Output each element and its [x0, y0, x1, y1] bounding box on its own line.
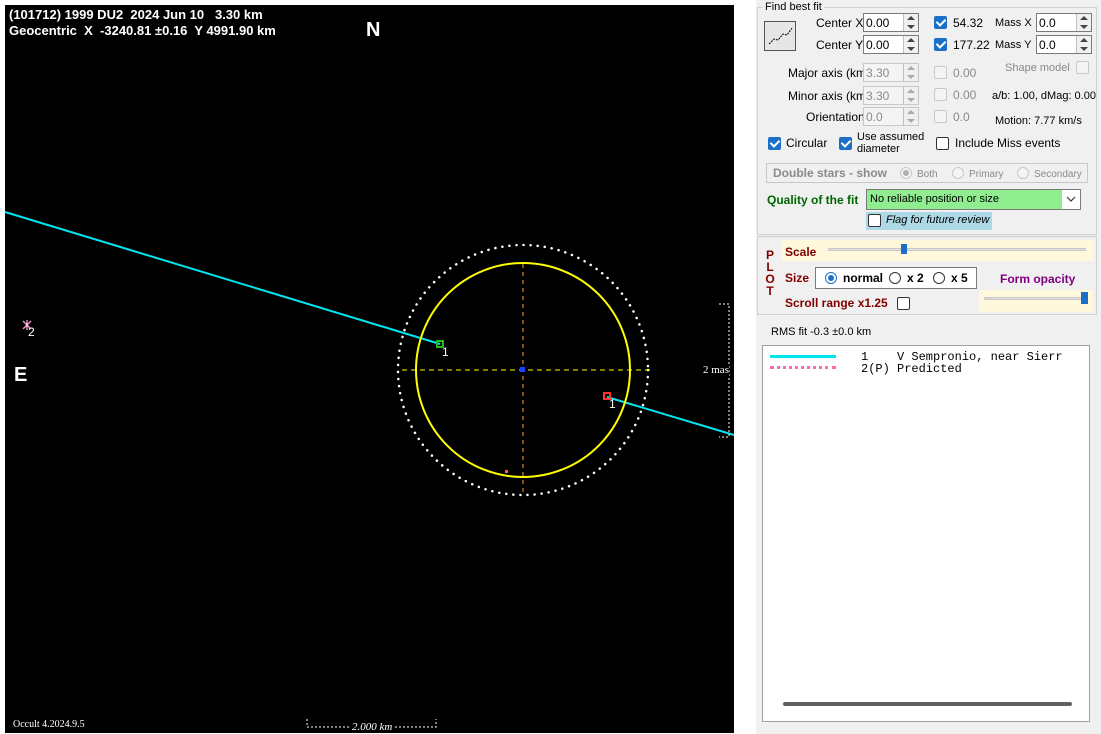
size-x5-label: x 5: [951, 271, 968, 285]
size-x2-radio[interactable]: [889, 272, 901, 284]
minor-axis-input[interactable]: 3.30: [863, 86, 919, 105]
chord-1-right: [606, 396, 735, 436]
shape-model-checkbox[interactable]: [1076, 61, 1089, 74]
opacity-slider-thumb[interactable]: [1081, 292, 1088, 304]
primary-radio[interactable]: [952, 167, 964, 179]
predicted-center-marker: [505, 470, 508, 473]
minor-axis-label: Minor axis (km): [788, 89, 871, 103]
shape-model-label: Shape model: [1005, 62, 1070, 74]
center-x-input[interactable]: 0.00: [863, 13, 919, 32]
mass-y-spinner[interactable]: [1076, 36, 1091, 53]
center-marker: [520, 367, 525, 372]
chord-label-1a: 1: [442, 345, 449, 359]
chevron-down-icon[interactable]: [1062, 190, 1080, 209]
version-label: Occult 4.2024.9.5: [13, 719, 85, 730]
minor-axis-checkbox[interactable]: [934, 88, 947, 101]
legend-swatch-dotted: [770, 366, 836, 369]
major-axis-label: Major axis (km): [788, 66, 871, 80]
scale-slider-track: [828, 248, 1086, 251]
horizontal-scrollbar[interactable]: [783, 702, 1072, 706]
orientation-label: Orientation: [806, 110, 865, 124]
chord-legend-list[interactable]: 1 V Sempronio, near Sierr 2(P) Predicted: [762, 345, 1090, 722]
major-axis-input[interactable]: 3.30: [863, 63, 919, 82]
mass-y-input[interactable]: 0.0: [1036, 35, 1092, 54]
star-2-label: 2: [28, 325, 35, 339]
scroll-range-checkbox[interactable]: [897, 297, 910, 310]
mass-x-spinner[interactable]: [1076, 14, 1091, 31]
secondary-label: Secondary: [1034, 169, 1082, 180]
find-best-fit-legend: Find best fit: [763, 1, 824, 13]
circular-label: Circular: [786, 136, 828, 150]
plot-vertical-label: P L O T: [765, 248, 775, 298]
circular-checkbox[interactable]: [768, 137, 781, 150]
opacity-slider[interactable]: [984, 292, 1088, 304]
scale-slider-thumb[interactable]: [901, 244, 907, 254]
plot-title-line-1: (101712) 1999 DU2 2024 Jun 10 3.30 km: [9, 7, 263, 22]
motion-label: Motion: 7.77 km/s: [995, 115, 1082, 127]
legend-item-2-text: 2(P) Predicted: [861, 362, 962, 376]
center-y-checkbox[interactable]: [934, 38, 947, 51]
minor-axis-result: 0.00: [953, 88, 977, 102]
center-x-result: 54.32: [953, 16, 984, 30]
minor-axis-spinner[interactable]: [903, 87, 918, 104]
quality-select[interactable]: No reliable position or size: [866, 189, 1081, 210]
plot-title-line-2: Geocentric X -3240.81 ±0.16 Y 4991.90 km: [9, 23, 276, 38]
flag-review-label: Flag for future review: [886, 214, 990, 226]
orientation-checkbox[interactable]: [934, 110, 947, 123]
major-axis-checkbox[interactable]: [934, 66, 947, 79]
legend-item-2[interactable]: 2(P) Predicted: [769, 362, 1087, 376]
scale-slider[interactable]: [828, 244, 1086, 254]
mass-x-label: Mass X: [995, 17, 1032, 29]
km-scale-label: 2.000 km: [350, 721, 395, 733]
center-y-result: 177.22: [953, 38, 990, 52]
flag-review-checkbox[interactable]: [868, 214, 881, 227]
center-y-input[interactable]: 0.00: [863, 35, 919, 54]
legend-swatch-solid: [770, 355, 836, 358]
scale-label: Scale: [785, 245, 817, 259]
primary-label: Primary: [969, 169, 1004, 180]
mass-x-input[interactable]: 0.0: [1036, 13, 1092, 32]
center-x-label: Center X: [816, 16, 864, 30]
use-assumed-diameter-label: Use assumed diameter: [857, 131, 925, 155]
east-label: E: [14, 364, 28, 386]
major-axis-result: 0.00: [953, 66, 977, 80]
plot-graphics: [4, 211, 735, 728]
rms-fit-label: RMS fit -0.3 ±0.0 km: [771, 326, 872, 338]
mass-y-label: Mass Y: [995, 39, 1032, 51]
double-stars-label: Double stars - show: [773, 166, 888, 180]
include-miss-label: Include Miss events: [955, 136, 1061, 150]
occultation-plot-frame: (101712) 1999 DU2 2024 Jun 10 3.30 km Ge…: [0, 0, 738, 734]
mas-scale-label: 2 mas: [703, 364, 729, 376]
scroll-range-label: Scroll range x1.25: [785, 296, 888, 310]
quality-label: Quality of the fit: [767, 193, 859, 207]
ab-dmag-label: a/b: 1.00, dMag: 0.00: [992, 90, 1096, 102]
secondary-radio[interactable]: [1017, 167, 1029, 179]
size-x2-label: x 2: [907, 271, 924, 285]
orientation-result: 0.0: [953, 110, 970, 124]
opacity-slider-track: [984, 297, 1088, 300]
both-radio[interactable]: [900, 167, 912, 179]
orientation-spinner[interactable]: [903, 108, 918, 125]
fit-curve-icon: [768, 27, 793, 45]
center-y-label: Center Y: [816, 38, 864, 52]
chord-label-1b: 1: [609, 397, 616, 411]
splitter: [738, 0, 756, 734]
form-opacity-label: Form opacity: [1000, 272, 1076, 286]
chord-1-left: [4, 211, 441, 345]
use-assumed-diameter-checkbox[interactable]: [839, 137, 852, 150]
major-axis-spinner[interactable]: [903, 64, 918, 81]
center-y-spinner[interactable]: [903, 36, 918, 53]
size-x5-radio[interactable]: [933, 272, 945, 284]
find-best-fit-button[interactable]: [764, 21, 796, 51]
center-x-checkbox[interactable]: [934, 16, 947, 29]
size-normal-label: normal: [843, 271, 884, 285]
orientation-input[interactable]: 0.0: [863, 107, 919, 126]
include-miss-checkbox[interactable]: [936, 137, 949, 150]
quality-select-value: No reliable position or size: [870, 193, 1000, 205]
both-label: Both: [917, 169, 938, 180]
north-label: N: [366, 19, 381, 41]
size-normal-radio[interactable]: [825, 272, 837, 284]
size-label: Size: [785, 271, 810, 285]
center-x-spinner[interactable]: [903, 14, 918, 31]
